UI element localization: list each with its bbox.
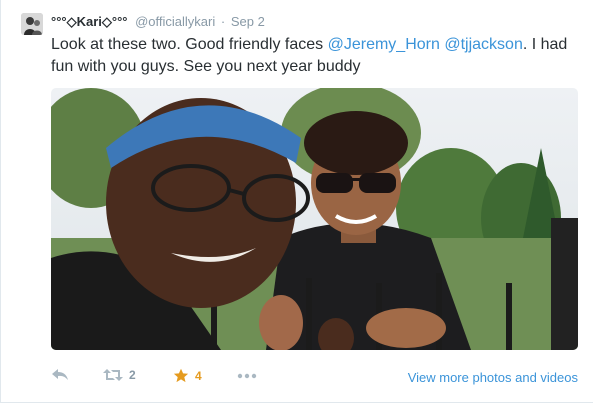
retweet-count: 2	[129, 368, 136, 382]
tweet-actions: 2 4 View more photos and videos	[51, 366, 578, 390]
star-icon	[173, 368, 189, 384]
tweet-text: Look at these two. Good friendly faces @…	[51, 34, 571, 78]
tweet-date[interactable]: Sep 2	[231, 14, 265, 29]
avatar[interactable]	[21, 13, 43, 35]
user-handle[interactable]: @officiallykari	[135, 14, 215, 29]
header-separator: ·	[220, 14, 226, 29]
reply-button[interactable]	[51, 368, 69, 382]
tweet-header: °°°◇Kari◇°°° @officiallykari · Sep 2	[51, 13, 265, 31]
retweet-button[interactable]: 2	[103, 368, 136, 382]
favorite-button[interactable]: 4	[173, 368, 202, 384]
tweet-card: °°°◇Kari◇°°° @officiallykari · Sep 2 Loo…	[0, 0, 593, 403]
photo-illustration	[51, 88, 578, 350]
favorite-count: 4	[195, 369, 202, 383]
tweet-text-start: Look at these two. Good friendly faces	[51, 36, 328, 53]
display-name[interactable]: °°°◇Kari◇°°°	[51, 14, 127, 29]
reply-icon	[51, 368, 69, 382]
more-icon	[237, 373, 257, 379]
view-more-photos-link[interactable]: View more photos and videos	[408, 370, 578, 385]
avatar-image	[21, 13, 43, 35]
mention-link[interactable]: @tjjackson	[444, 36, 523, 53]
more-button[interactable]	[237, 373, 257, 379]
mention-link[interactable]: @Jeremy_Horn	[328, 36, 440, 53]
tweet-photo[interactable]	[51, 88, 578, 350]
retweet-icon	[103, 368, 123, 382]
